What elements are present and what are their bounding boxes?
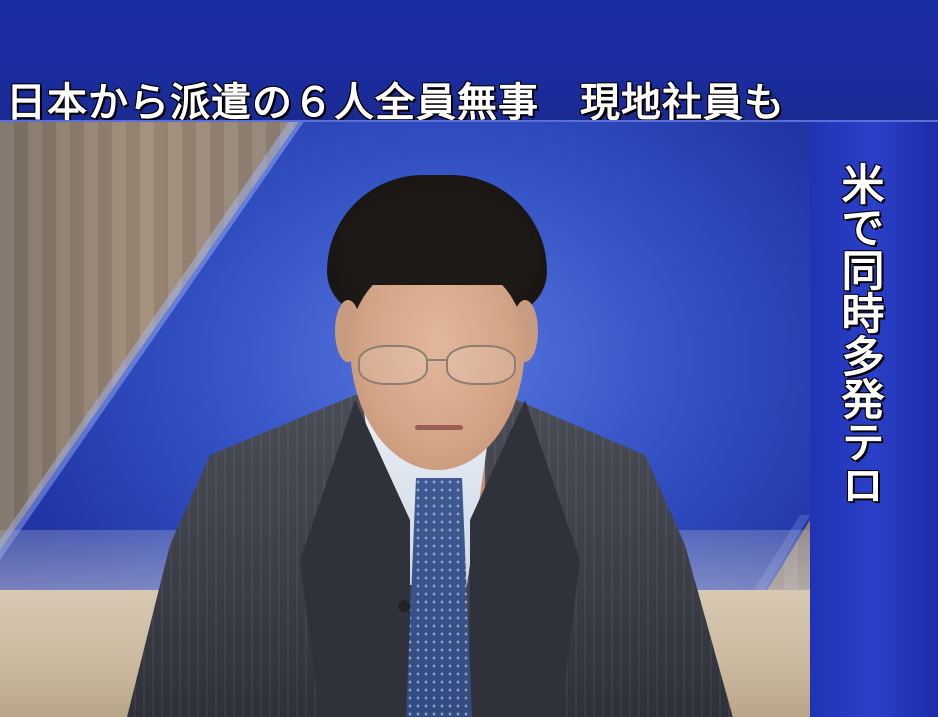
broadcast-frame: 日本から派遣の６人全員無事 現地社員も 米で同時多発テロ bbox=[0, 0, 938, 717]
anchor-fringe bbox=[340, 200, 535, 285]
glasses-icon bbox=[358, 345, 518, 387]
side-caption: 米で同時多発テロ bbox=[834, 162, 884, 506]
anchor-mouth bbox=[415, 425, 463, 430]
glasses-lens-right bbox=[446, 345, 516, 385]
headline-caption: 日本から派遣の６人全員無事 現地社員も bbox=[6, 80, 785, 122]
headline-caption-band: 日本から派遣の６人全員無事 現地社員も bbox=[0, 0, 938, 122]
lapel-microphone bbox=[398, 600, 410, 612]
glasses-lens-left bbox=[358, 345, 428, 385]
anchor-tie bbox=[406, 478, 472, 717]
side-caption-band: 米で同時多発テロ bbox=[810, 122, 938, 717]
glasses-bridge bbox=[426, 359, 448, 361]
